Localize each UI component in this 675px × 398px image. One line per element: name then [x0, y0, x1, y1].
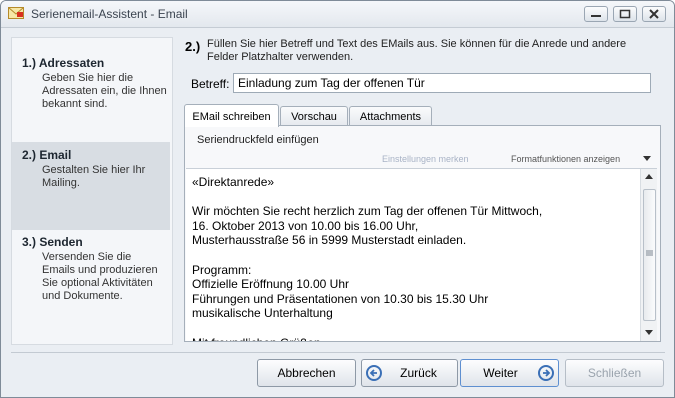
step-senden[interactable]: 3.) Senden Versenden Sie die Emails und … [12, 230, 170, 340]
wizard-steps-sidebar: 1.) Adressaten Geben Sie hier die Adress… [11, 37, 173, 345]
maximize-icon [619, 9, 631, 19]
subject-input[interactable] [233, 73, 651, 93]
maximize-button[interactable] [613, 6, 637, 22]
back-button-label: Zurück [400, 366, 437, 380]
step-title: 3.) Senden [22, 235, 83, 249]
step-description: Versenden Sie die Emails und produzieren… [42, 251, 158, 302]
scroll-down-icon[interactable] [645, 330, 653, 336]
email-step-content: 2.) Füllen Sie hier Betreff und Text des… [177, 37, 665, 343]
title-bar[interactable]: Serienemail-Assistent - Email [1, 1, 674, 28]
close-button-label: Schließen [587, 366, 642, 380]
close-icon [649, 9, 659, 19]
tab-attachments[interactable]: Attachments [349, 106, 432, 127]
cancel-button[interactable]: Abbrechen [257, 359, 356, 387]
editor-toolbar: Einstellungen merken Formatfunktionen an… [186, 153, 656, 167]
step-title: 1.) Adressaten [22, 56, 105, 70]
email-body-editor[interactable]: «Direktanrede» Wir möchten Sie recht her… [186, 168, 657, 341]
scrollbar-thumb[interactable] [643, 189, 656, 321]
window-title: Serienemail-Assistent - Email [31, 7, 188, 21]
tab-email-schreiben[interactable]: EMail schreiben [184, 104, 279, 127]
scroll-up-icon[interactable] [645, 174, 653, 180]
step-adressaten[interactable]: 1.) Adressaten Geben Sie hier die Adress… [12, 38, 170, 136]
save-settings-link[interactable]: Einstellungen merken [382, 154, 469, 164]
grip-icon [646, 250, 653, 256]
close-window-button[interactable] [642, 6, 666, 22]
arrow-left-icon [366, 365, 382, 381]
cancel-button-label: Abbrechen [277, 366, 336, 380]
email-body-text[interactable]: «Direktanrede» Wir möchten Sie recht her… [192, 175, 632, 341]
step-description: Gestalten Sie hier Ihr Mailing. [42, 164, 146, 189]
step-description: Geben Sie hier die Adressaten ein, die I… [42, 72, 167, 110]
show-format-functions-link[interactable]: Formatfunktionen anzeigen [511, 154, 620, 164]
email-editor-panel: Seriendruckfeld einfügen Einstellungen m… [184, 125, 661, 342]
editor-vertical-scrollbar[interactable] [640, 169, 657, 341]
close-button[interactable]: Schließen [565, 359, 664, 387]
minimize-button[interactable] [584, 6, 608, 22]
wizard-window: Serienemail-Assistent - Email 1.) Adress… [0, 0, 675, 398]
next-button[interactable]: Weiter [460, 359, 559, 387]
email-app-icon [8, 7, 24, 19]
step-email[interactable]: 2.) Email Gestalten Sie hier Ihr Mailing… [12, 142, 170, 230]
minimize-icon [591, 15, 601, 17]
step-instructions: Füllen Sie hier Betreff und Text des EMa… [207, 38, 627, 63]
dropdown-arrow-icon[interactable] [643, 156, 651, 162]
tab-vorschau[interactable]: Vorschau [280, 106, 348, 127]
back-button[interactable]: Zurück [361, 359, 458, 387]
insert-mail-merge-field-link[interactable]: Seriendruckfeld einfügen [197, 134, 319, 146]
step-number: 2.) [185, 39, 201, 54]
next-button-label: Weiter [483, 366, 518, 380]
step-title: 2.) Email [22, 148, 72, 162]
arrow-right-icon [538, 365, 554, 381]
subject-label: Betreff: [191, 77, 230, 91]
footer-divider [11, 352, 665, 353]
